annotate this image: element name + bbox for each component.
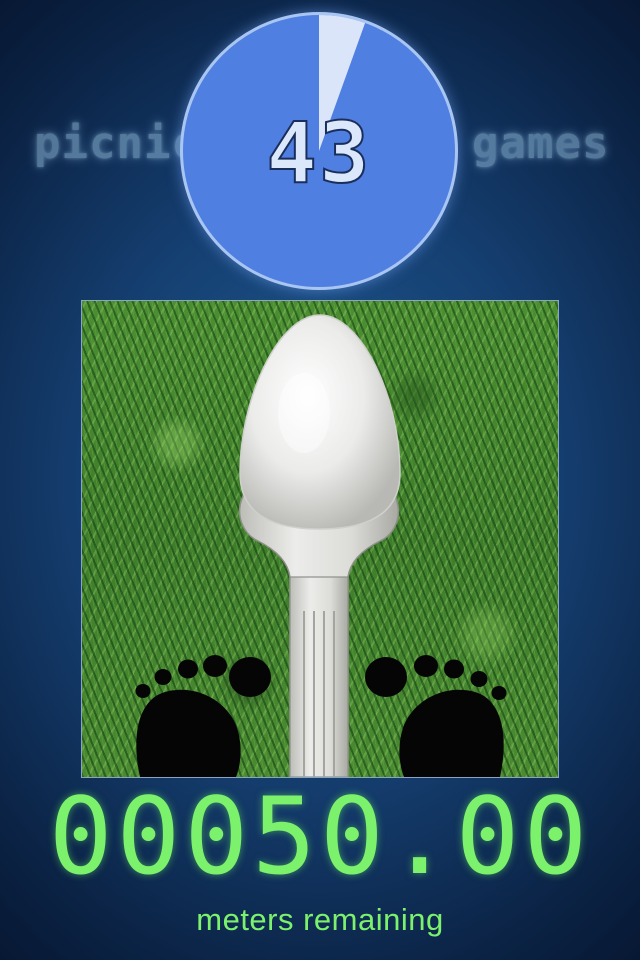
picnic-title-word: picnic — [34, 118, 199, 169]
left-footprint-icon — [135, 655, 271, 777]
right-footprint-icon — [365, 655, 507, 777]
countdown-timer: 43 — [180, 12, 458, 290]
distance-label: meters remaining — [196, 902, 444, 937]
distance-counter: 00050.00 — [48, 775, 592, 898]
grass-play-area[interactable] — [81, 300, 559, 778]
timer-digits: 43 — [265, 103, 372, 203]
games-title-word: games — [472, 118, 610, 169]
egg-icon[interactable] — [239, 314, 401, 530]
